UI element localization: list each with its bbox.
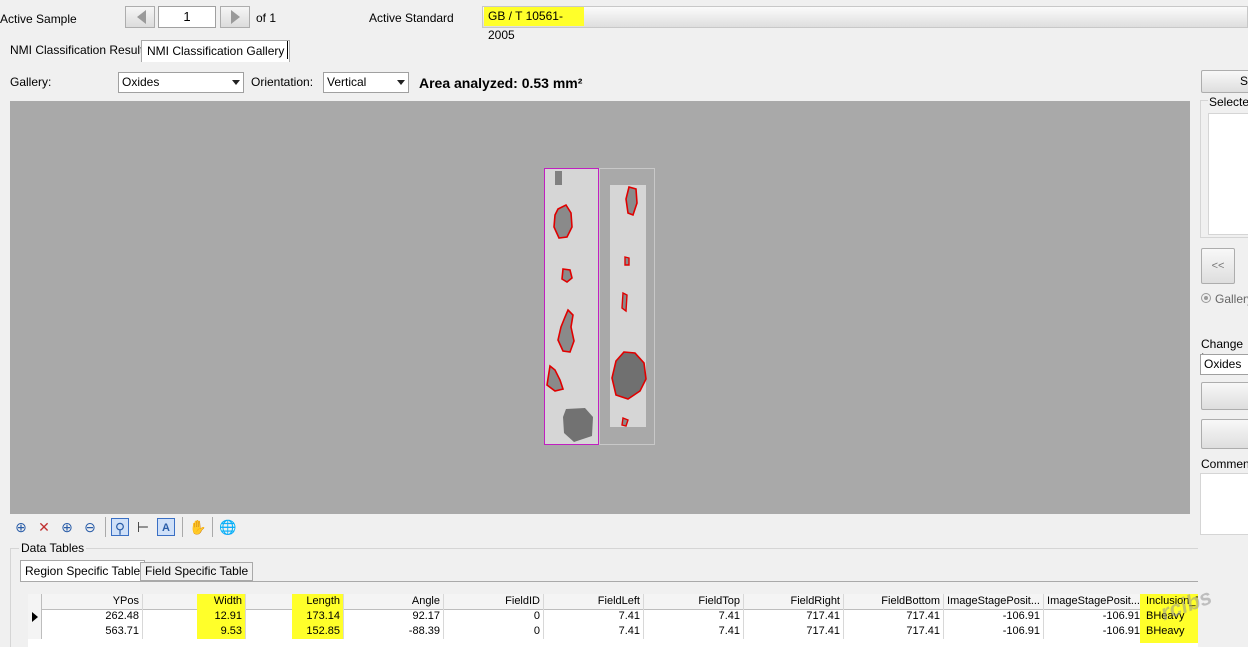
table-cell[interactable]: 563.71 xyxy=(42,624,143,639)
row-pointer-icon xyxy=(32,612,38,622)
inclusion-particle xyxy=(621,417,629,427)
gallery-radio[interactable] xyxy=(1201,293,1211,303)
table-cell[interactable]: 7.41 xyxy=(644,624,744,639)
area-analyzed: Area analyzed: 0.53 mm² xyxy=(419,75,583,91)
active-standard-value: GB / T 10561-2005 xyxy=(484,7,584,42)
col-header-fieldid[interactable]: FieldID xyxy=(444,594,544,609)
table-cell[interactable]: 262.48 xyxy=(42,609,143,624)
selected-list[interactable] xyxy=(1208,113,1248,235)
col-header-length[interactable]: Length xyxy=(292,594,344,609)
zoom-in-icon[interactable]: ⊕ xyxy=(58,518,76,536)
tab-divider xyxy=(20,581,1248,582)
table-cell[interactable]: 92.17 xyxy=(344,609,444,624)
toolbar-separator xyxy=(182,517,183,537)
toolbar-separator xyxy=(105,517,106,537)
col-header-imagestage-x[interactable]: ImageStagePosit... xyxy=(944,594,1044,609)
col-header-fieldleft[interactable]: FieldLeft xyxy=(544,594,644,609)
tab-separator xyxy=(287,41,288,59)
table-cell[interactable]: 9.53 xyxy=(197,624,246,639)
row-selector[interactable] xyxy=(28,624,42,639)
table-cell[interactable]: -106.91 xyxy=(1044,624,1144,639)
table-cell[interactable]: -106.91 xyxy=(1044,609,1144,624)
next-sample-button[interactable] xyxy=(220,6,250,28)
table-cell[interactable]: -106.91 xyxy=(944,624,1044,639)
col-header-fieldbottom[interactable]: FieldBottom xyxy=(844,594,944,609)
selected-label: Selected xyxy=(1208,95,1248,109)
table-cell[interactable]: -88.39 xyxy=(344,624,444,639)
gallery-select[interactable]: Oxides xyxy=(118,72,244,93)
table-cell[interactable]: 717.41 xyxy=(744,624,844,639)
table-cell[interactable]: 717.41 xyxy=(844,624,944,639)
arrow-left-icon xyxy=(137,10,146,24)
inclusion-strip-1 xyxy=(545,169,598,444)
inclusion-particle xyxy=(561,268,573,283)
col-header-imagestage-y[interactable]: ImageStagePosit... xyxy=(1044,594,1144,609)
table-cell[interactable]: 7.41 xyxy=(544,609,644,624)
annotate-icon[interactable]: A xyxy=(157,518,175,536)
data-tables-label: Data Tables xyxy=(19,541,87,555)
table-cell[interactable]: 0 xyxy=(444,609,544,624)
magnify-icon[interactable]: ⚲ xyxy=(111,518,129,536)
page-number-input[interactable]: 1 xyxy=(158,6,216,28)
measure-icon[interactable]: ⊢ xyxy=(134,518,152,536)
tab-classification-gallery[interactable]: NMI Classification Gallery xyxy=(141,40,291,63)
orientation-select[interactable]: Vertical xyxy=(323,72,409,93)
col-header-angle[interactable]: Angle xyxy=(344,594,444,609)
right-top-button[interactable]: S xyxy=(1201,70,1248,93)
orientation-label: Orientation: xyxy=(251,75,314,89)
right-action-button-2[interactable] xyxy=(1201,419,1248,449)
gallery-label: Gallery: xyxy=(10,75,52,89)
row-selector[interactable] xyxy=(28,609,42,624)
table-cell[interactable]: 7.41 xyxy=(544,624,644,639)
table-cell[interactable]: 173.14 xyxy=(292,609,344,624)
radio-dot xyxy=(1204,296,1208,300)
pan-hand-icon[interactable]: ✋ xyxy=(189,518,207,536)
orientation-select-value: Vertical xyxy=(327,75,367,89)
globe-icon[interactable]: 🌐 xyxy=(219,518,237,536)
table-cell[interactable]: 12.91 xyxy=(197,609,246,624)
inclusion-particle xyxy=(553,203,573,239)
inclusion-particle xyxy=(624,256,630,266)
active-standard-label: Active Standard xyxy=(369,11,454,25)
tab-region-specific[interactable]: Region Specific Table xyxy=(20,560,146,582)
inclusion-gallery-image[interactable] xyxy=(540,165,660,449)
comment-textarea[interactable] xyxy=(1200,473,1248,535)
col-header-width[interactable]: Width xyxy=(197,594,246,609)
prev-sample-button[interactable] xyxy=(125,6,155,28)
col-header-fieldright[interactable]: FieldRight xyxy=(744,594,844,609)
active-sample-label: Active Sample xyxy=(0,12,77,26)
table-cell[interactable]: 0 xyxy=(444,624,544,639)
change-inclusion-select[interactable]: Oxides xyxy=(1200,354,1248,375)
gallery-radio-label: Gallery xyxy=(1215,292,1248,306)
table-cell[interactable]: -106.91 xyxy=(944,609,1044,624)
zoom-fit-icon[interactable]: ⊕ xyxy=(12,518,30,536)
chevron-down-icon xyxy=(397,80,405,85)
tab-classification-results[interactable]: NMI Classification Results xyxy=(5,40,154,61)
table-cell[interactable]: 152.85 xyxy=(292,624,344,639)
row-header-corner xyxy=(28,594,42,609)
active-standard-field[interactable] xyxy=(482,6,1248,28)
col-header-ypos[interactable]: YPos xyxy=(42,594,143,609)
zoom-out-icon[interactable]: ⊖ xyxy=(81,518,99,536)
table-cell[interactable]: 7.41 xyxy=(644,609,744,624)
col-header-fieldtop[interactable]: FieldTop xyxy=(644,594,744,609)
table-cell[interactable]: 717.41 xyxy=(744,609,844,624)
comment-label: Comment: xyxy=(1201,457,1248,471)
toolbar-separator xyxy=(212,517,213,537)
back-button[interactable]: << xyxy=(1201,248,1235,284)
table-cell[interactable]: 717.41 xyxy=(844,609,944,624)
arrow-right-icon xyxy=(231,10,240,24)
page-count-label: of 1 xyxy=(256,11,277,25)
chevron-down-icon xyxy=(232,80,240,85)
inclusion-particle xyxy=(555,171,562,185)
gallery-select-value: Oxides xyxy=(122,75,160,89)
zoom-cancel-icon[interactable]: ✕ xyxy=(35,518,53,536)
right-action-button-1[interactable] xyxy=(1201,382,1248,410)
inclusion-particle xyxy=(621,291,628,313)
tab-field-specific[interactable]: Field Specific Table xyxy=(140,562,254,581)
